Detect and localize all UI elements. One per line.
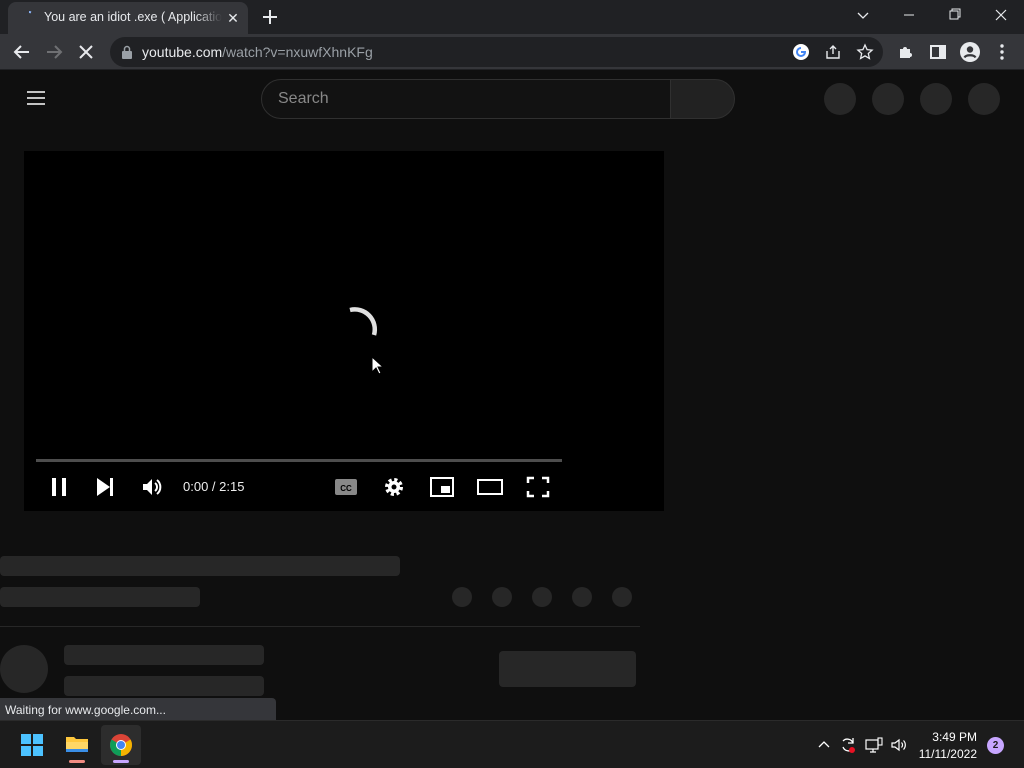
theater-mode-icon[interactable] <box>472 471 508 503</box>
loading-icon <box>28 11 32 14</box>
youtube-page: 0:00 / 2:15 CC <box>0 71 1024 720</box>
clock-time[interactable]: 3:49 PM <box>915 730 977 744</box>
lock-icon[interactable] <box>121 45 133 59</box>
tab-title: You are an idiot .exe ( Application Erro… <box>44 10 222 24</box>
browser-tab[interactable]: You are an idiot .exe ( Application Erro… <box>8 2 248 34</box>
placeholder-circle <box>824 83 856 115</box>
extensions-icon[interactable] <box>892 38 920 66</box>
action-placeholder <box>612 587 632 607</box>
speaker-icon[interactable] <box>889 735 909 755</box>
chrome-running-indicator <box>113 760 129 763</box>
action-placeholder <box>452 587 472 607</box>
placeholder-circle <box>872 83 904 115</box>
url-text: youtube.com/watch?v=nxuwfXhnKFg <box>142 44 373 60</box>
clock-date[interactable]: 11/11/2022 <box>915 747 977 761</box>
tab-close-icon[interactable]: ✕ <box>224 9 242 27</box>
search-input[interactable] <box>278 80 658 118</box>
menu-kebab-icon[interactable] <box>988 38 1016 66</box>
url-host: youtube.com <box>142 44 223 60</box>
tab-search-icon[interactable] <box>840 0 886 32</box>
new-tab-icon[interactable] <box>258 5 282 29</box>
miniplayer-icon[interactable] <box>424 471 460 503</box>
settings-gear-icon[interactable] <box>376 471 412 503</box>
video-player[interactable]: 0:00 / 2:15 CC <box>24 151 664 511</box>
show-hidden-icons-icon[interactable] <box>814 735 834 755</box>
restore-icon[interactable] <box>932 0 978 32</box>
forward-icon[interactable] <box>40 38 68 66</box>
meta-placeholder <box>0 587 200 607</box>
profile-icon[interactable] <box>956 38 984 66</box>
address-bar[interactable]: youtube.com/watch?v=nxuwfXhnKFg <box>110 37 883 67</box>
volume-icon[interactable] <box>134 471 170 503</box>
subscriber-placeholder <box>64 676 264 696</box>
channel-name-placeholder <box>64 645 264 665</box>
next-icon[interactable] <box>87 471 123 503</box>
title-placeholder <box>0 556 400 576</box>
fullscreen-icon[interactable] <box>520 471 556 503</box>
taskbar: 3:49 PM 11/11/2022 2 <box>0 720 1024 768</box>
notification-badge[interactable]: 2 <box>987 737 1004 754</box>
sync-icon[interactable] <box>838 735 858 755</box>
google-lens-icon[interactable] <box>792 43 810 61</box>
start-button[interactable] <box>12 725 52 765</box>
status-bubble: Waiting for www.google.com... <box>0 698 276 720</box>
channel-avatar-placeholder <box>0 645 48 693</box>
close-window-icon[interactable] <box>978 0 1024 32</box>
windows-logo-icon <box>21 734 43 756</box>
svg-text:CC: CC <box>340 484 352 493</box>
side-panel-icon[interactable] <box>924 38 952 66</box>
pause-icon[interactable] <box>41 471 77 503</box>
hamburger-menu-icon[interactable] <box>24 88 48 108</box>
back-icon[interactable] <box>8 38 36 66</box>
browser-toolbar: youtube.com/watch?v=nxuwfXhnKFg <box>0 34 1024 70</box>
divider <box>0 626 640 627</box>
placeholder-circle <box>920 83 952 115</box>
action-placeholder <box>492 587 512 607</box>
search-box[interactable] <box>261 79 671 119</box>
minimize-icon[interactable] <box>886 0 932 32</box>
progress-bar[interactable] <box>36 459 562 462</box>
network-icon[interactable] <box>864 735 884 755</box>
action-placeholder <box>572 587 592 607</box>
stop-loading-icon[interactable] <box>72 38 100 66</box>
search-button[interactable] <box>670 79 735 119</box>
tab-strip: You are an idiot .exe ( Application Erro… <box>0 0 1024 34</box>
chrome-icon <box>110 734 132 756</box>
bookmark-star-icon[interactable] <box>856 43 874 61</box>
placeholder-avatar <box>968 83 1000 115</box>
folder-icon <box>66 737 88 752</box>
mouse-cursor-icon <box>371 356 385 375</box>
subtitles-icon[interactable]: CC <box>328 471 364 503</box>
explorer-running-indicator <box>69 760 85 763</box>
action-placeholder <box>532 587 552 607</box>
time-display: 0:00 / 2:15 <box>183 479 245 494</box>
file-explorer-button[interactable] <box>57 725 97 765</box>
share-icon[interactable] <box>824 43 842 61</box>
subscribe-placeholder <box>499 651 636 687</box>
url-path: /watch?v=nxuwfXhnKFg <box>222 44 373 60</box>
chrome-taskbar-button[interactable] <box>101 725 141 765</box>
loading-spinner-icon <box>349 307 378 336</box>
